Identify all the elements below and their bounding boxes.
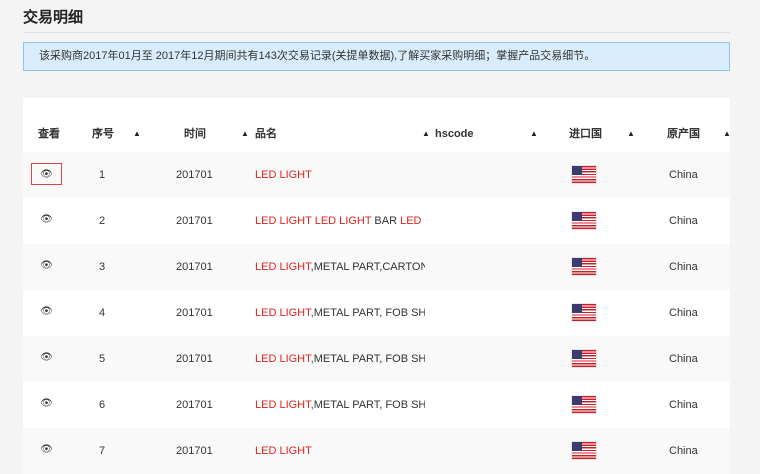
view-eye-icon[interactable]: 👁︎ [31,255,62,277]
row-product-name[interactable]: LED LIGHT,METAL PART, FOB SH... [255,290,425,336]
row-time: 201701 [176,353,213,365]
product-name-rest: ,METAL PART, FOB SH... [310,399,425,411]
header-origin-country[interactable]: 原产国 [667,116,700,152]
row-seq: 2 [99,215,106,227]
product-name-highlight-2: LED ... [400,215,425,227]
product-name-rest: ,METAL PART, FOB SH... [310,307,425,319]
row-seq: 4 [99,307,106,319]
row-origin: China [669,169,698,181]
us-flag-icon [572,350,596,367]
product-name-highlight: LED LIGHT [255,353,311,365]
product-name-rest: ,METAL PART,CARTON... [310,261,425,273]
table-body: 👁︎ 1 201701 LED LIGHT China 👁︎ 2 201701 LED LIGH… [23,152,730,474]
header-time[interactable]: 时间 [184,116,206,152]
row-product-name[interactable]: LED LIGHT [255,428,425,474]
row-time: 201701 [176,261,213,273]
row-seq: 6 [99,399,106,411]
header-name[interactable]: 品名 [255,116,277,152]
view-eye-icon[interactable]: 👁︎ [31,347,62,369]
view-eye-icon[interactable]: 👁︎ [31,163,62,185]
view-eye-icon[interactable]: 👁︎ [31,301,62,323]
table-row: 👁︎ 1 201701 LED LIGHT China [23,152,730,198]
view-eye-icon[interactable]: 👁︎ [31,393,62,415]
row-seq: 5 [99,353,106,365]
view-eye-icon[interactable]: 👁︎ [31,209,62,231]
row-origin: China [669,445,698,457]
sort-name-icon[interactable]: ▲ [422,116,430,152]
product-name-rest: ,METAL PART, FOB SH... [310,353,425,365]
header-import-country[interactable]: 进口国 [569,116,602,152]
product-name-highlight: LED LIGHT [255,445,312,457]
title-divider [23,32,730,33]
row-seq: 7 [99,445,106,457]
row-time: 201701 [176,399,213,411]
row-origin: China [669,353,698,365]
product-name-rest: BAR [371,215,401,227]
transactions-table: 查看 序号 ▲ 时间 ▲ 品名 ▲ hscode ▲ 进口国 ▲ 原产国 ▲ 👁… [23,98,731,474]
us-flag-icon [572,258,596,275]
row-product-name[interactable]: LED LIGHT,METAL PART, FOB SH... [255,336,425,382]
header-seq[interactable]: 序号 [92,116,114,152]
header-view: 查看 [38,128,60,140]
table-header: 查看 序号 ▲ 时间 ▲ 品名 ▲ hscode ▲ 进口国 ▲ 原产国 ▲ [23,116,731,152]
sort-seq-icon[interactable]: ▲ [133,116,141,152]
table-row: 👁︎ 5 201701 LED LIGHT,METAL PART, FOB SH...… [23,336,730,382]
row-product-name[interactable]: LED LIGHT,METAL PART, FOB SH... [255,382,425,428]
table-row: 👁︎ 7 201701 LED LIGHT China [23,428,730,474]
table-row: 👁︎ 6 201701 LED LIGHT,METAL PART, FOB SH...… [23,382,730,428]
product-name-highlight: LED LIGHT [255,169,312,181]
row-time: 201701 [176,307,213,319]
row-time: 201701 [176,445,213,457]
product-name-highlight: LED LIGHT LED LIGHT [255,215,372,227]
row-origin: China [669,261,698,273]
product-name-highlight: LED LIGHT [255,399,311,411]
view-eye-icon[interactable]: 👁︎ [31,439,62,461]
info-notice: 该采购商2017年01月至 2017年12月期间共有143次交易记录(关提单数据… [23,42,730,71]
row-time: 201701 [176,169,213,181]
product-name-highlight: LED LIGHT [255,307,311,319]
row-origin: China [669,215,698,227]
row-time: 201701 [176,215,213,227]
sort-origin-icon[interactable]: ▲ [723,116,731,152]
row-origin: China [669,307,698,319]
row-product-name[interactable]: LED LIGHT LED LIGHT BAR LED ... [255,198,425,244]
row-product-name[interactable]: LED LIGHT,METAL PART,CARTON... [255,244,425,290]
page-title: 交易明细 [23,9,84,26]
us-flag-icon [572,396,596,413]
sort-import-icon[interactable]: ▲ [627,116,635,152]
us-flag-icon [572,212,596,229]
table-row: 👁︎ 2 201701 LED LIGHT LED LIGHT BAR LED ...… [23,198,730,244]
table-top-spacer [23,98,730,116]
sort-hscode-icon[interactable]: ▲ [530,116,538,152]
us-flag-icon [572,442,596,459]
product-name-highlight: LED LIGHT [255,261,311,273]
row-origin: China [669,399,698,411]
sort-time-icon[interactable]: ▲ [241,116,249,152]
header-hscode[interactable]: hscode [435,116,474,152]
row-seq: 1 [99,169,106,181]
us-flag-icon [572,166,596,183]
us-flag-icon [572,304,596,321]
row-product-name[interactable]: LED LIGHT [255,152,425,198]
table-row: 👁︎ 3 201701 LED LIGHT,METAL PART,CARTON... C… [23,244,730,290]
row-seq: 3 [99,261,106,273]
table-row: 👁︎ 4 201701 LED LIGHT,METAL PART, FOB SH...… [23,290,730,336]
